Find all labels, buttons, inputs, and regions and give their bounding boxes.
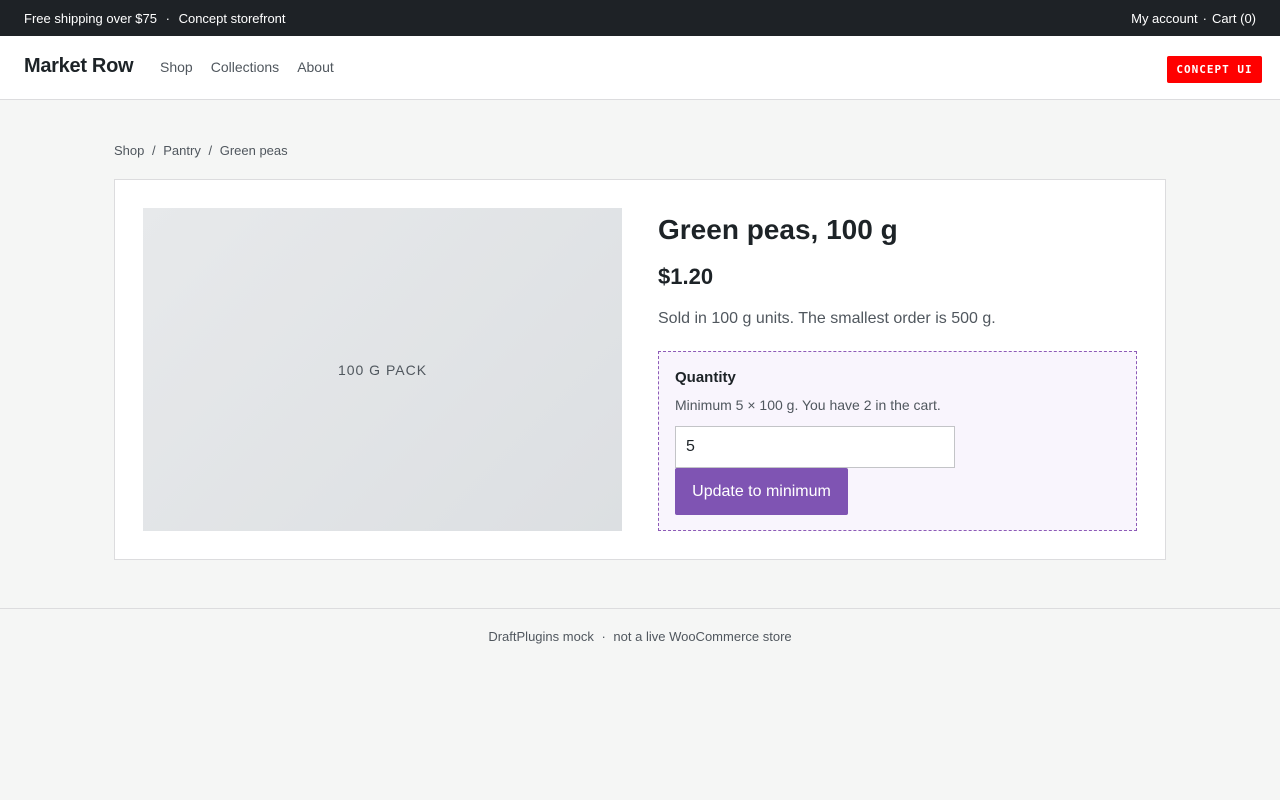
my-account-link[interactable]: My account: [1131, 11, 1197, 26]
announcement-bar: Free shipping over $75 · Concept storefr…: [0, 0, 1280, 36]
product-price: $1.20: [658, 264, 714, 289]
nav-item-about[interactable]: About: [297, 59, 334, 75]
nav-item-shop[interactable]: Shop: [160, 59, 193, 75]
quantity-panel: Quantity Minimum 5 × 100 g. You have 2 i…: [658, 351, 1137, 531]
site-logo[interactable]: Market Row: [24, 55, 134, 78]
breadcrumb-item-pantry[interactable]: Pantry: [163, 143, 201, 158]
quantity-label: Quantity: [675, 369, 736, 386]
quantity-hint: Minimum 5 × 100 g. You have 2 in the car…: [675, 397, 941, 413]
nav-item-collections[interactable]: Collections: [211, 59, 279, 75]
separator: ·: [601, 629, 606, 644]
concept-ui-badge: CONCEPT UI: [1167, 56, 1262, 83]
separator: ·: [1202, 10, 1207, 26]
breadcrumb-separator: /: [152, 143, 156, 158]
main-nav: Shop Collections About: [160, 59, 352, 75]
breadcrumb-separator: /: [208, 143, 213, 158]
breadcrumb-item-current: Green peas: [219, 143, 288, 158]
account-links: My account · Cart (0): [1131, 11, 1256, 26]
site-header: Market Row Shop Collections About CONCEP…: [0, 36, 1280, 100]
breadcrumb: Shop / Pantry / Green peas: [114, 143, 288, 158]
product-image-label: 100 G PACK: [337, 361, 428, 378]
shipping-text: Free shipping over $75: [24, 10, 157, 26]
storefront-text: Concept storefront: [178, 10, 286, 26]
cart-link[interactable]: Cart (0): [1212, 11, 1256, 26]
separator: ·: [165, 10, 170, 26]
product-title: Green peas, 100 g: [658, 214, 898, 245]
update-to-minimum-button[interactable]: Update to minimum: [675, 468, 848, 515]
product-image: 100 G PACK: [143, 208, 622, 531]
product-description: Sold in 100 g units. The smallest order …: [658, 310, 996, 327]
product-card: 100 G PACK Green peas, 100 g $1.20 Sold …: [114, 179, 1166, 560]
quantity-input[interactable]: [675, 426, 955, 468]
site-footer: DraftPlugins mock · not a live WooCommer…: [0, 608, 1280, 644]
footer-right-text: not a live WooCommerce store: [613, 629, 792, 644]
breadcrumb-item-shop[interactable]: Shop: [114, 143, 144, 158]
announcement-text: Free shipping over $75 · Concept storefr…: [24, 11, 286, 26]
footer-left-text: DraftPlugins mock: [488, 629, 594, 644]
product-details: Green peas, 100 g $1.20 Sold in 100 g un…: [658, 213, 1138, 328]
